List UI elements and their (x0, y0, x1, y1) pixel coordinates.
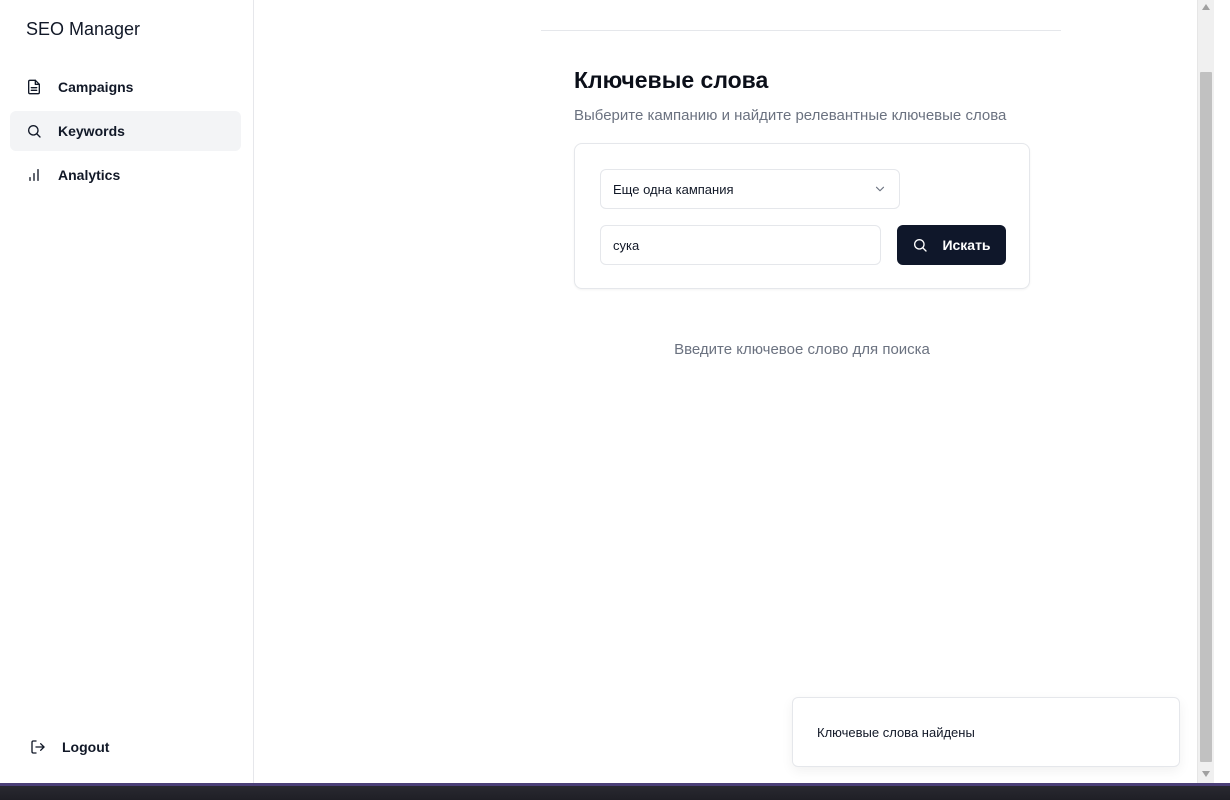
header-divider (541, 30, 1061, 31)
toast-message: Ключевые слова найдены (817, 724, 975, 740)
logout-icon (30, 739, 46, 755)
file-text-icon (26, 79, 42, 95)
keyword-search-input[interactable] (600, 225, 881, 265)
sidebar: SEO Manager Campaigns Keywords Analytics… (0, 0, 254, 783)
sidebar-item-campaigns[interactable]: Campaigns (10, 67, 241, 107)
search-icon (26, 123, 42, 139)
empty-state-text: Введите ключевое слово для поиска (674, 341, 930, 358)
logout-label: Logout (62, 739, 110, 755)
scroll-down-arrow-icon[interactable] (1198, 767, 1214, 781)
chevron-down-icon (873, 182, 887, 196)
app-window: SEO Manager Campaigns Keywords Analytics… (0, 0, 1197, 783)
search-card: Еще одна кампания Искать (574, 143, 1030, 289)
sidebar-item-label: Keywords (58, 123, 125, 139)
toast-notification[interactable]: Ключевые слова найдены (792, 697, 1180, 767)
campaign-select-value: Еще одна кампания (613, 181, 734, 197)
page-subtitle: Выберите кампанию и найдите релевантные … (574, 107, 1007, 124)
page-title: Ключевые слова (574, 67, 769, 93)
sidebar-item-analytics[interactable]: Analytics (10, 155, 241, 195)
bar-chart-icon (26, 167, 42, 183)
scroll-up-arrow-icon[interactable] (1198, 0, 1214, 14)
search-button-label: Искать (942, 237, 991, 253)
sidebar-item-keywords[interactable]: Keywords (10, 111, 241, 151)
window-frame-bottom (0, 783, 1230, 800)
brand-title: SEO Manager (26, 19, 141, 39)
campaign-select[interactable]: Еще одна кампания (600, 169, 900, 209)
vertical-scrollbar[interactable] (1197, 0, 1214, 783)
sidebar-item-label: Analytics (58, 167, 121, 183)
search-button[interactable]: Искать (897, 225, 1006, 265)
sidebar-item-label: Campaigns (58, 79, 134, 95)
window-edge (1214, 0, 1230, 783)
scrollbar-thumb[interactable] (1200, 72, 1212, 762)
search-icon (912, 237, 928, 253)
logout-button[interactable]: Logout (30, 737, 109, 757)
